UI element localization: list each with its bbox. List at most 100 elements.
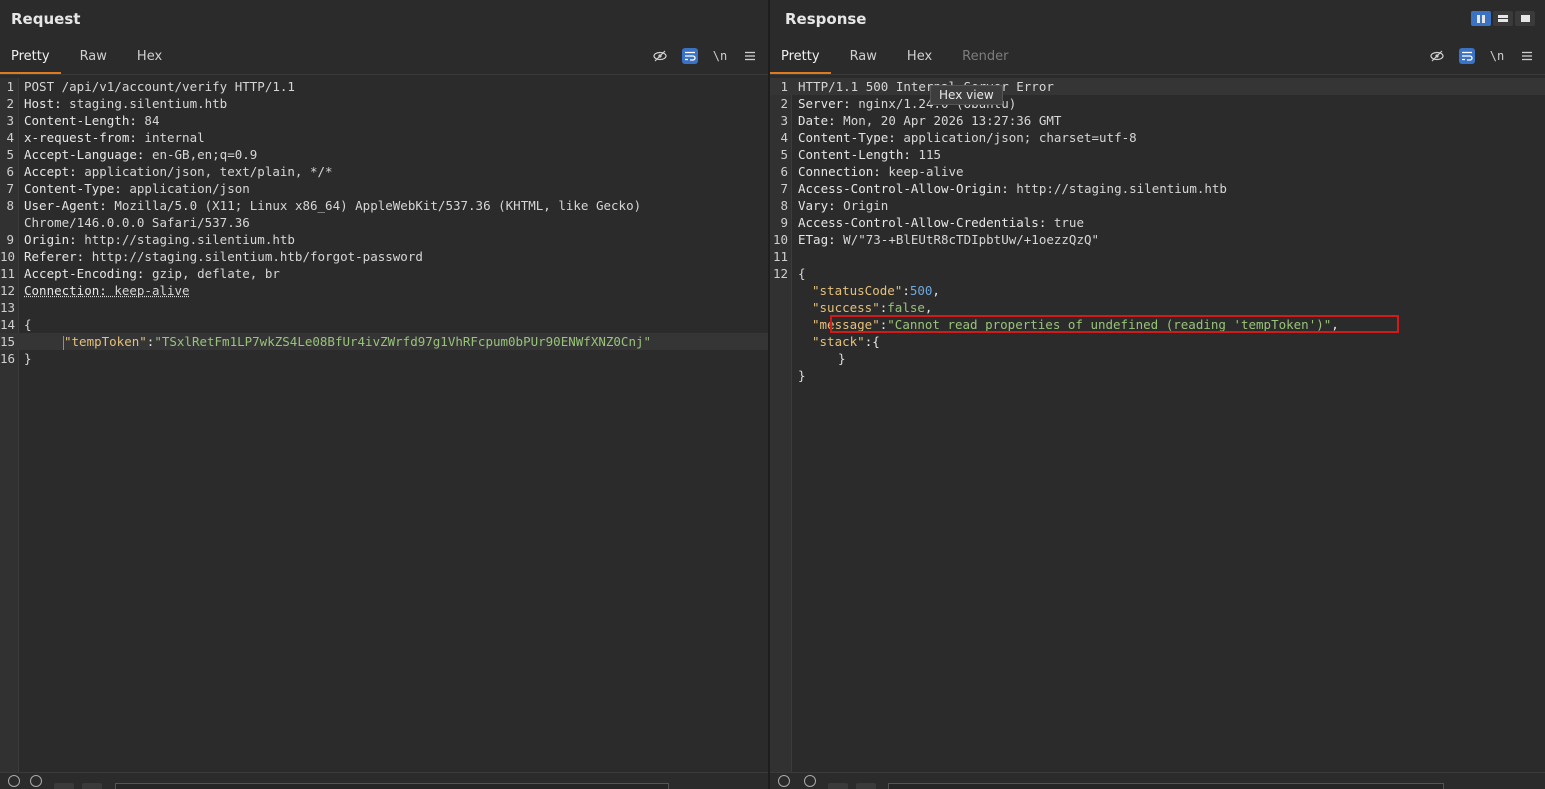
line-number: 9 [780,215,788,230]
code-line: 9 Origin: http://staging.silentium.htb [0,231,768,248]
line-content: Content-Type: application/json [24,180,250,197]
line-content: Vary: Origin [798,197,888,214]
header-value: gzip, deflate, br [144,266,280,281]
json-value: { [872,334,880,349]
header-value: true [1046,215,1084,230]
line-content: Accept-Language: en-GB,en;q=0.9 [24,146,257,163]
response-tab-raw[interactable]: Raw [839,40,888,74]
next-match-button[interactable] [82,783,102,789]
hide-nonprintable-icon[interactable] [652,48,668,64]
request-tab-raw[interactable]: Raw [69,40,118,74]
tabs-layout-icon[interactable] [1515,11,1535,26]
line-content: Content-Length: 84 [24,112,159,129]
menu-icon[interactable] [1519,48,1535,64]
response-lines: 1 HTTP/1.1 500 Internal Server Error 2 Serv… [770,78,1545,384]
line-number: 1 [6,79,14,94]
header-name: Access-Control-Allow-Origin: [798,181,1009,196]
request-tab-pretty[interactable]: Pretty [0,40,61,74]
settings-icon[interactable] [30,775,42,787]
code-line: 9 Access-Control-Allow-Credentials: true [770,214,1545,231]
line-number: 11 [772,249,788,264]
header-value: http://staging.silentium.htb [1008,181,1227,196]
line-content: Access-Control-Allow-Origin: http://stag… [798,180,1227,197]
menu-icon[interactable] [742,48,758,64]
response-editor[interactable]: 1 HTTP/1.1 500 Internal Server Error 2 Serv… [770,78,1545,773]
line-content: { [798,265,806,282]
header-name: Host: [24,96,62,111]
wrap-lines-icon[interactable] [1459,48,1475,64]
response-tab-hex[interactable]: Hex [896,40,943,74]
header-value: Mozilla/5.0 (X11; Linux x86_64) AppleWeb… [106,198,642,213]
code-line: 15 "tempToken":"TSxlRetFm1LP7wkZS4Le08BfU… [0,333,768,350]
line-content: Chrome/146.0.0.0 Safari/537.36 [24,214,250,231]
header-name: Date: [798,113,836,128]
header-value: HTTP/1.1 500 Internal Server Error [798,79,1054,94]
code-line: 16} [0,350,768,367]
line-number: 6 [6,164,14,179]
code-line: "message":"Cannot read properties of und… [770,316,1545,333]
line-content: Host: staging.silentium.htb [24,95,227,112]
response-search-input[interactable] [888,783,1444,789]
request-toolbar: \n [652,48,758,64]
line-content: HTTP/1.1 500 Internal Server Error [798,78,1054,95]
request-search-input[interactable] [115,783,669,789]
header-value: 84 [136,113,160,128]
response-tab-pretty[interactable]: Pretty [770,40,831,74]
next-match-button[interactable] [856,783,876,789]
header-name: ETag: [798,232,836,247]
wrap-lines-icon[interactable] [682,48,698,64]
line-number: 4 [6,130,14,145]
line-content: POST /api/v1/account/verify HTTP/1.1 [24,78,295,95]
header-value: http://staging.silentium.htb [76,232,295,247]
line-content: ETag: W/"73-+BlEUtR8cTDIpbtUw/+1oezzQzQ" [798,231,1099,248]
side-by-side-layout-icon[interactable] [1471,11,1491,26]
prev-match-button[interactable] [828,783,848,789]
line-content: Connection: keep-alive [798,163,964,180]
newline-toggle[interactable]: \n [1489,48,1505,64]
line-number: 4 [780,130,788,145]
line-content: Accept-Encoding: gzip, deflate, br [24,265,280,282]
json-comma: , [932,283,940,298]
top-bottom-layout-icon[interactable] [1493,11,1513,26]
hide-nonprintable-icon[interactable] [1429,48,1445,64]
code-line: 3 Content-Length: 84 [0,112,768,129]
header-name: User-Agent: [24,198,107,213]
header-value: staging.silentium.htb [61,96,228,111]
help-icon[interactable] [778,775,790,787]
header-name: Connection: [24,283,107,298]
code-line: 4 x-request-from: internal [0,129,768,146]
json-close: } [798,368,806,383]
settings-icon[interactable] [804,775,816,787]
code-line: 1 HTTP/1.1 500 Internal Server Error [770,78,1545,95]
code-line: 2 Host: staging.silentium.htb [0,95,768,112]
line-number: 10 [0,249,16,264]
request-title: Request [11,10,81,28]
code-line: Chrome/146.0.0.0 Safari/537.36 [0,214,768,231]
line-number: 7 [6,181,14,196]
header-value: { [24,317,32,332]
code-line: 12 Connection: keep-alive [0,282,768,299]
code-line: 5 Accept-Language: en-GB,en;q=0.9 [0,146,768,163]
line-number: 6 [780,164,788,179]
line-number: 2 [780,96,788,111]
line-content: Referer: http://staging.silentium.htb/fo… [24,248,423,265]
request-editor[interactable]: 1 POST /api/v1/account/verify HTTP/1.1 2 Ho… [0,78,768,773]
json-value: false [887,300,925,315]
line-number: 8 [6,198,14,213]
prev-match-button[interactable] [54,783,74,789]
help-icon[interactable] [8,775,20,787]
hex-view-tooltip: Hex view [930,85,1003,105]
header-value: application/json; charset=utf-8 [895,130,1137,145]
header-value: application/json, text/plain, */* [76,164,333,179]
response-tab-render[interactable]: Render [951,40,1019,74]
line-content: "statusCode":500, [812,282,940,299]
header-value: POST /api/v1/account/verify HTTP/1.1 [24,79,295,94]
json-comma: , [1331,317,1339,332]
code-line: 11 Accept-Encoding: gzip, deflate, br [0,265,768,282]
request-tab-hex[interactable]: Hex [126,40,173,74]
line-number: 14 [0,317,16,332]
header-value: en-GB,en;q=0.9 [144,147,258,162]
newline-toggle[interactable]: \n [712,48,728,64]
line-content: { [24,316,32,333]
code-line: 6 Connection: keep-alive [770,163,1545,180]
